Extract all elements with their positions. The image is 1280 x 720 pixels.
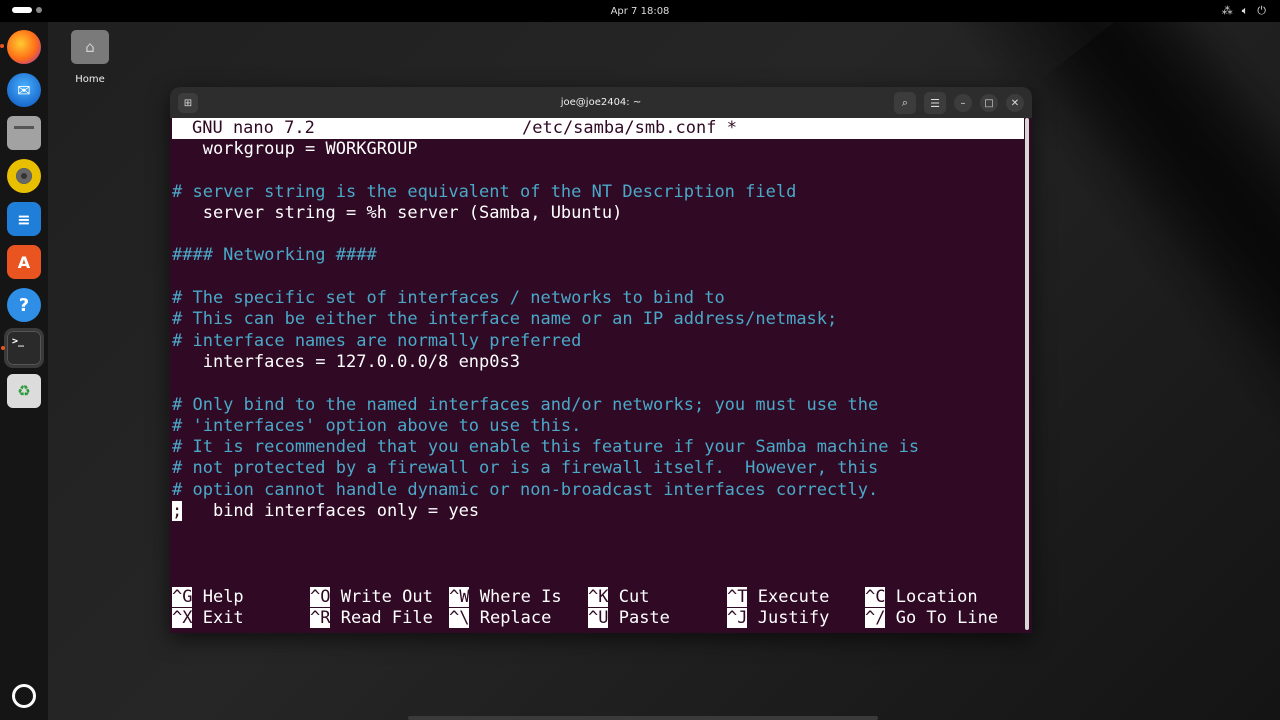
thunderbird-icon[interactable]: ✉ — [7, 73, 41, 107]
shortcut-go-to-line: ^/ Go To Line — [865, 608, 998, 629]
shortcut-key: ^J — [727, 608, 748, 629]
shortcut-key: ^W — [449, 587, 470, 607]
terminal-content[interactable]: GNU nano 7.2 /etc/samba/smb.conf * workg… — [170, 118, 1032, 633]
shortcut-label: Paste — [608, 608, 670, 629]
top-bar: Apr 7 18:08 ⁂ 🔈︎ ⏻ — [0, 0, 1280, 22]
shortcut-key: ^K — [588, 587, 609, 607]
wallpaper-stripe — [1040, 0, 1280, 632]
shortcut-cut: ^K Cut — [588, 587, 649, 608]
minimize-icon[interactable]: – — [954, 94, 972, 112]
editor-line[interactable]: # The specific set of interfaces / netwo… — [172, 288, 1024, 309]
editor-text[interactable]: workgroup = WORKGROUP # server string is … — [172, 139, 1024, 522]
close-icon[interactable]: ✕ — [1006, 94, 1024, 112]
shortcut-key: ^X — [172, 608, 193, 629]
menu-icon[interactable]: ☰ — [924, 92, 946, 114]
editor-line[interactable]: # It is recommended that you enable this… — [172, 437, 1024, 458]
editor-line-cursor[interactable]: ; bind interfaces only = yes — [172, 501, 1024, 522]
editor-line[interactable]: interfaces = 127.0.0.0/8 enp0s3 — [172, 352, 1024, 373]
shortcut-label: Help — [192, 587, 244, 607]
shortcut-label: Location — [885, 587, 978, 607]
home-folder-icon[interactable]: ⌂ — [71, 30, 109, 64]
shortcut-key: ^R — [310, 608, 331, 629]
editor-line[interactable] — [172, 224, 1024, 245]
new-tab-icon[interactable]: ⊞ — [178, 93, 198, 113]
terminal-window[interactable]: ⊞ joe@joe2404: ~ ⌕ ☰ – □ ✕ GNU nano 7.2 … — [170, 87, 1032, 633]
desktop-home-folder[interactable]: ⌂ Home — [68, 30, 112, 85]
rhythmbox-icon[interactable] — [7, 159, 41, 193]
files-icon[interactable] — [7, 116, 41, 150]
shortcut-exit: ^X Exit — [172, 608, 244, 629]
nano-shortcuts: ^G Help ^O Write Out ^W Where Is ^K Cut ^T E… — [172, 587, 1024, 630]
nano-filename: /etc/samba/smb.conf * — [522, 118, 737, 138]
editor-line[interactable]: # interface names are normally preferred — [172, 331, 1024, 352]
editor-line[interactable]: # option cannot handle dynamic or non-br… — [172, 480, 1024, 501]
shortcut-key: ^/ — [865, 608, 886, 629]
system-tray[interactable]: ⁂ 🔈︎ ⏻ — [1222, 4, 1266, 18]
editor-line[interactable]: # Only bind to the named interfaces and/… — [172, 395, 1024, 416]
shortcut-key: ^C — [865, 587, 886, 607]
network-icon[interactable]: ⁂ — [1222, 4, 1233, 18]
shortcut-where-is: ^W Where Is — [449, 587, 562, 608]
workspace-indicator — [12, 7, 32, 13]
shortcut-read-file: ^R Read File — [310, 608, 433, 629]
app-center-icon[interactable]: A — [7, 245, 41, 279]
shortcut-label: Where Is — [469, 587, 562, 607]
shortcut-label: Write Out — [330, 587, 433, 607]
workspace-indicator — [36, 7, 42, 13]
shortcut-help: ^G Help — [172, 587, 244, 608]
clock[interactable]: Apr 7 18:08 — [611, 6, 670, 17]
shortcut-write-out: ^O Write Out — [310, 587, 433, 608]
nano-version: GNU nano 7.2 — [192, 118, 315, 138]
home-folder-label: Home — [75, 74, 105, 85]
shortcut-row: ^X Exit ^R Read File ^\ Replace ^U Paste ^J … — [172, 608, 1024, 629]
window-titlebar[interactable]: ⊞ joe@joe2404: ~ ⌕ ☰ – □ ✕ — [170, 87, 1032, 118]
show-apps-icon[interactable] — [12, 684, 36, 708]
writer-icon[interactable]: ≡ — [7, 202, 41, 236]
editor-line[interactable]: # 'interfaces' option above to use this. — [172, 416, 1024, 437]
text-cursor: ; — [172, 501, 183, 522]
editor-line[interactable] — [172, 373, 1024, 394]
shortcut-key: ^G — [172, 587, 193, 607]
search-icon[interactable]: ⌕ — [894, 92, 916, 114]
maximize-icon[interactable]: □ — [980, 94, 998, 112]
shortcut-key: ^U — [588, 608, 609, 629]
shortcut-justify: ^J Justify — [727, 608, 829, 629]
dock: ✉ ≡ A ? >_ ♻ — [0, 22, 48, 720]
power-icon[interactable]: ⏻ — [1257, 4, 1266, 18]
editor-line[interactable]: #### Networking #### — [172, 245, 1024, 266]
shortcut-location: ^C Location — [865, 587, 978, 608]
trash-icon[interactable]: ♻ — [7, 374, 41, 408]
shortcut-key: ^O — [310, 587, 331, 607]
editor-line[interactable]: server string = %h server (Samba, Ubuntu… — [172, 203, 1024, 224]
shortcut-execute: ^T Execute — [727, 587, 829, 608]
window-title: joe@joe2404: ~ — [560, 97, 642, 108]
scrollbar[interactable] — [1025, 118, 1029, 630]
shortcut-replace: ^\ Replace — [449, 608, 551, 629]
shortcut-label: Exit — [192, 608, 244, 629]
editor-line[interactable]: # not protected by a firewall or is a fi… — [172, 458, 1024, 479]
shortcut-paste: ^U Paste — [588, 608, 670, 629]
shortcut-key: ^T — [727, 587, 748, 607]
shortcut-label: Justify — [747, 608, 830, 629]
terminal-icon[interactable]: >_ — [1, 328, 44, 368]
nano-title-bar: GNU nano 7.2 /etc/samba/smb.conf * — [172, 118, 1024, 139]
firefox-icon[interactable] — [0, 30, 41, 64]
editor-line[interactable]: workgroup = WORKGROUP — [172, 139, 1024, 160]
editor-line[interactable]: # server string is the equivalent of the… — [172, 182, 1024, 203]
editor-line-text: bind interfaces only = yes — [182, 501, 480, 522]
shortcut-label: Cut — [608, 587, 650, 607]
shortcut-key: ^\ — [449, 608, 470, 629]
activities-button[interactable] — [12, 7, 42, 13]
shortcut-label: Execute — [747, 587, 830, 607]
volume-icon[interactable]: 🔈︎ — [1242, 4, 1249, 18]
help-icon[interactable]: ? — [7, 288, 41, 322]
shortcut-label: Go To Line — [885, 608, 999, 629]
workspace-hint-bar — [408, 716, 878, 720]
shortcut-label: Replace — [469, 608, 552, 629]
shortcut-row: ^G Help ^O Write Out ^W Where Is ^K Cut ^T E… — [172, 587, 1024, 608]
shortcut-label: Read File — [330, 608, 433, 629]
editor-line[interactable]: # This can be either the interface name … — [172, 309, 1024, 330]
editor-line[interactable] — [172, 160, 1024, 181]
editor-line[interactable] — [172, 267, 1024, 288]
